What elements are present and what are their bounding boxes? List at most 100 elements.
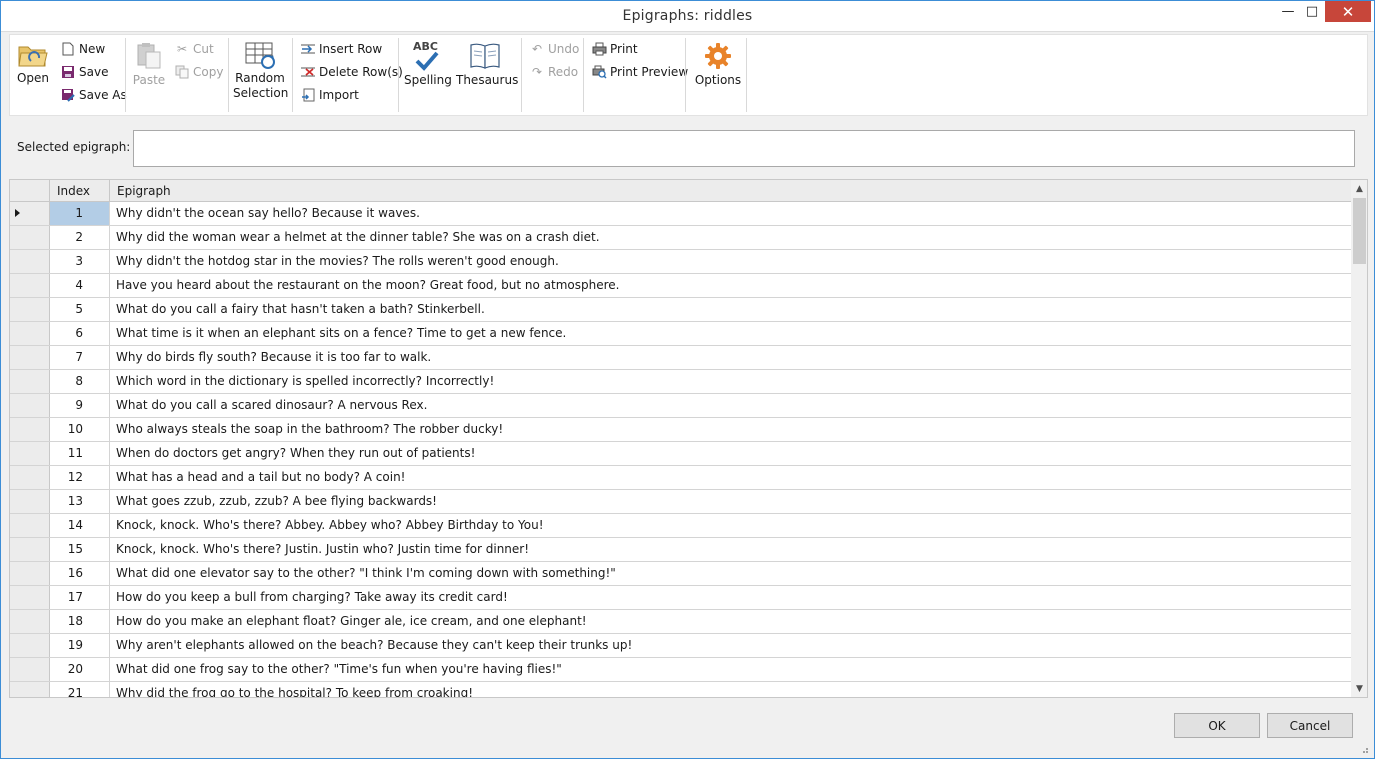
- table-row[interactable]: 20 What did one frog say to the other? "T…: [10, 658, 1351, 682]
- table-row[interactable]: 1 Why didn't the ocean say hello? Because…: [10, 202, 1351, 226]
- open-button[interactable]: Open: [16, 41, 50, 86]
- table-row[interactable]: 8 Which word in the dictionary is spelled…: [10, 370, 1351, 394]
- epigraph-cell[interactable]: How do you keep a bull from charging? Ta…: [110, 586, 1351, 609]
- row-selector[interactable]: [10, 274, 50, 297]
- index-cell[interactable]: 16: [50, 562, 110, 585]
- index-cell[interactable]: 1: [50, 202, 110, 225]
- table-row[interactable]: 13 What goes zzub, zzub, zzub? A bee flyi…: [10, 490, 1351, 514]
- row-selector[interactable]: [10, 610, 50, 633]
- scroll-up-arrow-icon[interactable]: ▲: [1351, 180, 1367, 197]
- table-row[interactable]: 18 How do you make an elephant float? Gin…: [10, 610, 1351, 634]
- row-selector[interactable]: [10, 538, 50, 561]
- epigraph-cell[interactable]: What goes zzub, zzub, zzub? A bee flying…: [110, 490, 1351, 513]
- cut-button[interactable]: ✂ Cut: [174, 39, 214, 59]
- epigraph-cell[interactable]: Who always steals the soap in the bathro…: [110, 418, 1351, 441]
- table-row[interactable]: 6 What time is it when an elephant sits o…: [10, 322, 1351, 346]
- new-button[interactable]: New: [60, 39, 105, 59]
- maximize-button[interactable]: □: [1298, 1, 1326, 22]
- epigraph-cell[interactable]: What do you call a fairy that hasn't tak…: [110, 298, 1351, 321]
- row-selector[interactable]: [10, 586, 50, 609]
- table-row[interactable]: 19 Why aren't elephants allowed on the be…: [10, 634, 1351, 658]
- epigraph-cell[interactable]: What did one elevator say to the other? …: [110, 562, 1351, 585]
- index-cell[interactable]: 14: [50, 514, 110, 537]
- index-cell[interactable]: 3: [50, 250, 110, 273]
- table-row[interactable]: 14 Knock, knock. Who's there? Abbey. Abbe…: [10, 514, 1351, 538]
- epigraph-cell[interactable]: Why didn't the ocean say hello? Because …: [110, 202, 1351, 225]
- epigraph-cell[interactable]: Knock, knock. Who's there? Justin. Justi…: [110, 538, 1351, 561]
- close-button[interactable]: ✕: [1325, 1, 1371, 22]
- table-row[interactable]: 11 When do doctors get angry? When they r…: [10, 442, 1351, 466]
- row-selector[interactable]: [10, 562, 50, 585]
- epigraph-cell[interactable]: What time is it when an elephant sits on…: [110, 322, 1351, 345]
- row-selector[interactable]: [10, 346, 50, 369]
- table-row[interactable]: 3 Why didn't the hotdog star in the movie…: [10, 250, 1351, 274]
- epigraph-cell[interactable]: Which word in the dictionary is spelled …: [110, 370, 1351, 393]
- epigraph-cell[interactable]: Why did the woman wear a helmet at the d…: [110, 226, 1351, 249]
- redo-button[interactable]: ↷ Redo: [529, 62, 578, 82]
- index-cell[interactable]: 4: [50, 274, 110, 297]
- row-selector[interactable]: [10, 658, 50, 681]
- epigraph-cell[interactable]: Why do birds fly south? Because it is to…: [110, 346, 1351, 369]
- index-cell[interactable]: 11: [50, 442, 110, 465]
- epigraph-cell[interactable]: Why aren't elephants allowed on the beac…: [110, 634, 1351, 657]
- save-as-button[interactable]: Save As: [60, 85, 127, 105]
- ok-button[interactable]: OK: [1174, 713, 1260, 738]
- row-selector[interactable]: [10, 298, 50, 321]
- insert-row-button[interactable]: Insert Row: [300, 39, 382, 59]
- save-button[interactable]: Save: [60, 62, 108, 82]
- row-selector[interactable]: [10, 490, 50, 513]
- cancel-button[interactable]: Cancel: [1267, 713, 1353, 738]
- scroll-down-arrow-icon[interactable]: ▼: [1351, 680, 1367, 697]
- table-row[interactable]: 9 What do you call a scared dinosaur? A n…: [10, 394, 1351, 418]
- row-selector[interactable]: [10, 202, 50, 225]
- epigraph-cell[interactable]: What do you call a scared dinosaur? A ne…: [110, 394, 1351, 417]
- scrollbar-thumb[interactable]: [1353, 198, 1366, 264]
- random-selection-button[interactable]: Random Selection: [233, 41, 288, 101]
- epigraph-cell[interactable]: How do you make an elephant float? Ginge…: [110, 610, 1351, 633]
- table-row[interactable]: 21 Why did the frog go to the hospital? T…: [10, 682, 1351, 697]
- column-header-epigraph[interactable]: Epigraph: [110, 180, 1351, 202]
- epigraph-cell[interactable]: Knock, knock. Who's there? Abbey. Abbey …: [110, 514, 1351, 537]
- options-button[interactable]: Options: [693, 41, 743, 88]
- table-row[interactable]: 7 Why do birds fly south? Because it is t…: [10, 346, 1351, 370]
- epigraph-cell[interactable]: When do doctors get angry? When they run…: [110, 442, 1351, 465]
- row-selector[interactable]: [10, 370, 50, 393]
- index-cell[interactable]: 12: [50, 466, 110, 489]
- index-cell[interactable]: 7: [50, 346, 110, 369]
- thesaurus-button[interactable]: Thesaurus: [456, 41, 518, 88]
- undo-button[interactable]: ↶ Undo: [529, 39, 579, 59]
- epigraph-cell[interactable]: Why did the frog go to the hospital? To …: [110, 682, 1351, 697]
- row-selector[interactable]: [10, 682, 50, 697]
- table-row[interactable]: 16 What did one elevator say to the other…: [10, 562, 1351, 586]
- index-cell[interactable]: 5: [50, 298, 110, 321]
- row-selector[interactable]: [10, 394, 50, 417]
- index-cell[interactable]: 15: [50, 538, 110, 561]
- row-selector-header[interactable]: [10, 180, 50, 202]
- index-cell[interactable]: 13: [50, 490, 110, 513]
- table-row[interactable]: 2 Why did the woman wear a helmet at the …: [10, 226, 1351, 250]
- table-row[interactable]: 4 Have you heard about the restaurant on …: [10, 274, 1351, 298]
- row-selector[interactable]: [10, 514, 50, 537]
- table-row[interactable]: 15 Knock, knock. Who's there? Justin. Jus…: [10, 538, 1351, 562]
- row-selector[interactable]: [10, 442, 50, 465]
- epigraph-cell[interactable]: Have you heard about the restaurant on t…: [110, 274, 1351, 297]
- row-selector[interactable]: [10, 226, 50, 249]
- epigraph-cell[interactable]: Why didn't the hotdog star in the movies…: [110, 250, 1351, 273]
- paste-button[interactable]: Paste: [132, 41, 166, 88]
- row-selector[interactable]: [10, 418, 50, 441]
- delete-rows-button[interactable]: Delete Row(s): [300, 62, 403, 82]
- copy-button[interactable]: Copy: [174, 62, 223, 82]
- table-row[interactable]: 12 What has a head and a tail but no body…: [10, 466, 1351, 490]
- index-cell[interactable]: 17: [50, 586, 110, 609]
- index-cell[interactable]: 6: [50, 322, 110, 345]
- table-row[interactable]: 17 How do you keep a bull from charging? …: [10, 586, 1351, 610]
- spelling-button[interactable]: ABC Spelling: [404, 39, 452, 88]
- table-row[interactable]: 10 Who always steals the soap in the bath…: [10, 418, 1351, 442]
- import-button[interactable]: Import: [300, 85, 359, 105]
- epigraph-cell[interactable]: What did one frog say to the other? "Tim…: [110, 658, 1351, 681]
- print-preview-button[interactable]: Print Preview: [591, 62, 688, 82]
- vertical-scrollbar[interactable]: ▲ ▼: [1351, 180, 1367, 697]
- row-selector[interactable]: [10, 250, 50, 273]
- row-selector[interactable]: [10, 634, 50, 657]
- index-cell[interactable]: 18: [50, 610, 110, 633]
